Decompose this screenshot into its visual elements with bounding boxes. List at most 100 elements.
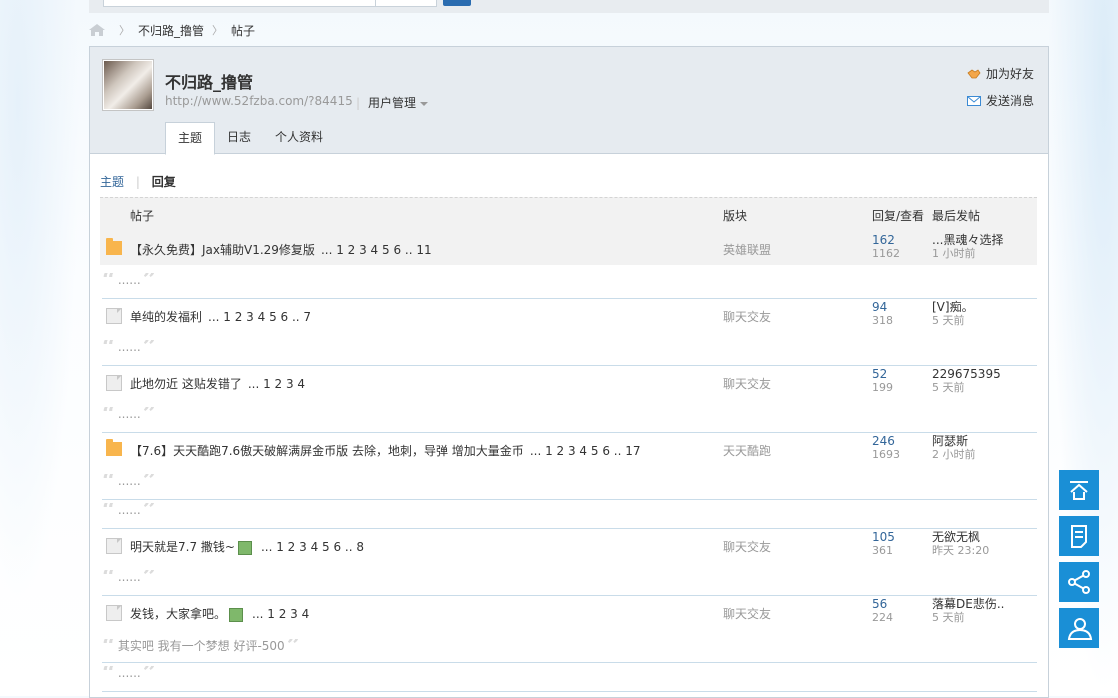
thread-title[interactable]: 此地勿近 这贴发错了 <box>130 377 242 391</box>
last-poster[interactable]: ...黑魂々选择 <box>932 234 1003 247</box>
breadcrumb-current[interactable]: 帖子 <box>231 22 255 39</box>
reply-count[interactable]: 52 <box>872 368 893 381</box>
quote-text[interactable]: ...... <box>118 340 141 354</box>
last-post-time[interactable]: 5 天前 <box>932 611 1004 624</box>
reply-count[interactable]: 162 <box>872 234 900 247</box>
back-to-top-icon <box>1070 481 1088 500</box>
background-cloud-left <box>0 0 90 696</box>
header-last-post: 最后发帖 <box>932 209 981 223</box>
header-post: 帖子 <box>130 209 155 223</box>
subnav-topics[interactable]: 主题 <box>100 175 124 189</box>
user-button[interactable] <box>1059 608 1099 648</box>
share-button[interactable] <box>1059 562 1099 602</box>
last-post-time[interactable]: 2 小时前 <box>932 448 976 461</box>
thread-forum[interactable]: 聊天交友 <box>723 375 771 392</box>
thread-pages[interactable]: ... 1 2 3 4 5 6 .. 7 <box>208 310 311 324</box>
search-type-select[interactable] <box>375 0 437 7</box>
last-post-time[interactable]: 5 天前 <box>932 314 974 327</box>
open-quote-icon: “ <box>102 474 116 488</box>
close-quote-icon: ” <box>143 570 157 584</box>
back-to-top-button[interactable] <box>1059 470 1099 510</box>
sub-navigation: 主题 | 回复 <box>100 175 176 189</box>
view-count: 224 <box>872 611 893 624</box>
thread-forum[interactable]: 英雄联盟 <box>723 241 771 258</box>
home-icon[interactable] <box>89 24 105 36</box>
reply-quote: “......” <box>102 495 1037 529</box>
last-post-time[interactable]: 5 天前 <box>932 381 1001 394</box>
reply-quote: “......” <box>102 562 1037 596</box>
thread-title[interactable]: 单纯的发福利 <box>130 310 202 324</box>
send-message-button[interactable]: 发送消息 <box>966 92 1034 109</box>
breadcrumb-separator: 〉 <box>119 24 130 37</box>
share-icon <box>1068 570 1090 594</box>
subnav-replies[interactable]: 回复 <box>152 175 176 189</box>
folder-icon <box>106 375 122 391</box>
thread-title[interactable]: 明天就是7.7 撒钱~ <box>130 540 235 554</box>
last-post-time[interactable]: 1 小时前 <box>932 247 1003 260</box>
thread-forum[interactable]: 聊天交友 <box>723 605 771 622</box>
tab-blog[interactable]: 日志 <box>215 122 263 152</box>
last-poster[interactable]: 229675395 <box>932 368 1001 381</box>
thread-forum[interactable]: 天天酷跑 <box>723 442 771 459</box>
reply-count[interactable]: 246 <box>872 435 900 448</box>
quote-text[interactable]: ...... <box>118 273 141 287</box>
thread-pages[interactable]: ... 1 2 3 4 5 6 .. 8 <box>261 540 364 554</box>
table-row: 明天就是7.7 撒钱~ ... 1 2 3 4 5 6 .. 8 聊天交友 105… <box>100 529 1037 562</box>
quote-text[interactable]: ...... <box>118 407 141 421</box>
table-row: 此地勿近 这贴发错了 ... 1 2 3 4 聊天交友 52 199 2296753… <box>100 366 1037 399</box>
open-quote-icon: “ <box>102 340 116 354</box>
last-post-time[interactable]: 昨天 23:20 <box>932 544 989 557</box>
quote-text[interactable]: ...... <box>118 503 141 517</box>
last-poster[interactable]: 落幕DE悲伤.. <box>932 598 1004 611</box>
user-name: 不归路_撸管 <box>165 73 254 92</box>
thread-forum[interactable]: 聊天交友 <box>723 538 771 555</box>
reply-count[interactable]: 94 <box>872 301 893 314</box>
header-stats: 回复/查看 <box>872 209 925 223</box>
thread-pages[interactable]: ... 1 2 3 4 5 6 .. 17 <box>530 444 641 458</box>
folder-icon <box>106 538 122 554</box>
user-url[interactable]: http://www.52fzba.com/?84415 <box>165 94 353 108</box>
breadcrumb-user[interactable]: 不归路_撸管 <box>138 22 204 39</box>
main-panel: 不归路_撸管 http://www.52fzba.com/?84415 | 用户管… <box>89 46 1049 698</box>
view-count: 199 <box>872 381 893 394</box>
reply-quote: “......” <box>102 265 1037 299</box>
thread-pages[interactable]: ... 1 2 3 4 5 6 .. 11 <box>321 243 432 257</box>
reply-count[interactable]: 56 <box>872 598 893 611</box>
folder-icon <box>106 605 122 621</box>
header-forum: 版块 <box>723 209 748 223</box>
tab-topics[interactable]: 主题 <box>165 122 216 155</box>
tab-profile[interactable]: 个人资料 <box>263 122 335 152</box>
thread-pages[interactable]: ... 1 2 3 4 <box>248 377 305 391</box>
quote-text[interactable]: ...... <box>118 666 141 680</box>
last-poster[interactable]: 无欲无枫 <box>932 531 989 544</box>
profile-header: 不归路_撸管 http://www.52fzba.com/?84415 | 用户管… <box>90 47 1048 155</box>
add-friend-button[interactable]: 加为好友 <box>967 65 1034 82</box>
thread-title[interactable]: 发钱，大家拿吧。 <box>130 607 226 621</box>
breadcrumb: 〉 不归路_撸管 〉 帖子 <box>89 21 255 39</box>
open-quote-icon: “ <box>102 639 116 653</box>
search-button[interactable] <box>443 0 471 6</box>
open-quote-icon: “ <box>102 273 116 287</box>
thread-title[interactable]: 【永久免费】Jax辅助V1.29修复版 <box>130 243 315 257</box>
last-poster[interactable]: 阿瑟斯 <box>932 435 976 448</box>
thread-forum[interactable]: 聊天交友 <box>723 308 771 325</box>
handshake-icon <box>967 68 981 80</box>
folder-hot-icon <box>106 439 122 456</box>
last-poster[interactable]: [V]痴。 <box>932 301 974 314</box>
quote-text[interactable]: ...... <box>118 570 141 584</box>
search-input[interactable] <box>103 0 377 7</box>
table-row: 【永久免费】Jax辅助V1.29修复版 ... 1 2 3 4 5 6 .. 11… <box>100 232 1037 265</box>
thread-pages[interactable]: ... 1 2 3 4 <box>252 607 309 621</box>
quote-text[interactable]: 其实吧 我有一个梦想 好评-500 <box>118 637 285 654</box>
quote-text[interactable]: ...... <box>118 474 141 488</box>
breadcrumb-separator: 〉 <box>212 24 224 37</box>
avatar[interactable] <box>102 59 154 111</box>
open-quote-icon: “ <box>102 570 116 584</box>
close-quote-icon: ” <box>143 273 157 287</box>
view-count: 1693 <box>872 448 900 461</box>
open-quote-icon: “ <box>102 407 116 421</box>
user-manage-menu[interactable]: | 用户管理 <box>356 94 429 111</box>
document-button[interactable] <box>1059 516 1099 556</box>
thread-title[interactable]: 【7.6】天天酷跑7.6傲天破解满屏金币版 去除，地刺，导弹 增加大量金币 <box>130 444 524 458</box>
reply-count[interactable]: 105 <box>872 531 895 544</box>
